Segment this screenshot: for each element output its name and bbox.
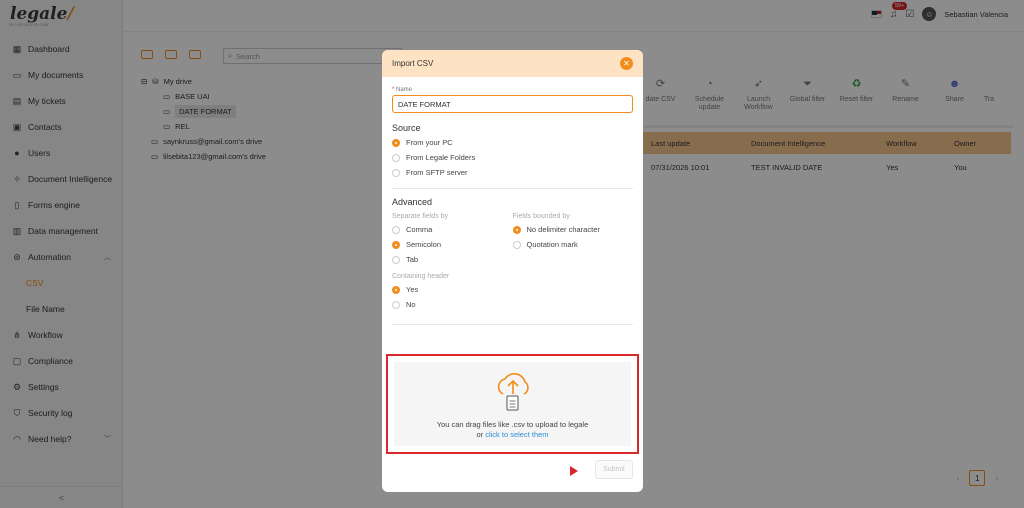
radio-button[interactable] xyxy=(392,300,400,309)
header-option-yes[interactable]: Yes xyxy=(392,282,633,297)
header-label: Containing header xyxy=(392,272,450,280)
header-option-no[interactable]: No xyxy=(392,297,633,312)
modal-title: Import CSV xyxy=(392,59,434,68)
bounded-label: Fields bounded by xyxy=(512,212,570,220)
source-option-pc[interactable]: From your PC xyxy=(392,135,633,150)
divider xyxy=(392,188,633,189)
source-title: Source xyxy=(392,123,421,133)
bounded-option-quotation[interactable]: Quotation mark xyxy=(512,237,634,252)
radio-button[interactable] xyxy=(392,225,400,234)
radio-button[interactable] xyxy=(392,240,400,249)
divider xyxy=(392,324,633,325)
advanced-title: Advanced xyxy=(392,197,433,207)
source-option-legale-folders[interactable]: From Legale Folders xyxy=(392,150,633,165)
submit-button[interactable]: Submit xyxy=(595,460,633,479)
radio-button[interactable] xyxy=(392,138,400,147)
separator-option-tab[interactable]: Tab xyxy=(392,252,513,267)
upload-highlight: You can drag files like .csv to upload t… xyxy=(386,354,639,454)
name-field[interactable]: DATE FORMAT xyxy=(392,95,633,113)
radio-button[interactable] xyxy=(392,255,400,264)
modal-footer: Submit xyxy=(392,460,633,482)
cloud-upload-icon xyxy=(497,373,529,411)
radio-button[interactable] xyxy=(512,240,521,249)
radio-button[interactable] xyxy=(392,168,400,177)
source-option-sftp[interactable]: From SFTP server xyxy=(392,165,633,180)
upload-dropzone[interactable]: You can drag files like .csv to upload t… xyxy=(394,362,631,446)
modal-header: Import CSV ✕ xyxy=(382,50,643,77)
bounded-option-none[interactable]: No delimiter character xyxy=(512,222,634,237)
upload-instructions: You can drag files like .csv to upload t… xyxy=(436,420,589,429)
name-label: * Name xyxy=(392,87,413,93)
close-icon: ✕ xyxy=(623,59,630,68)
import-csv-modal: Import CSV ✕ * Name DATE FORMAT Source F… xyxy=(382,50,643,492)
radio-button[interactable] xyxy=(392,285,400,294)
close-button[interactable]: ✕ xyxy=(620,57,633,70)
radio-button[interactable] xyxy=(392,153,400,162)
play-arrow-icon xyxy=(570,466,578,476)
select-files-link[interactable]: click to select them xyxy=(485,430,548,439)
radio-button[interactable] xyxy=(512,225,521,234)
separator-option-semicolon[interactable]: Semicolon xyxy=(392,237,513,252)
separator-option-comma[interactable]: Comma xyxy=(392,222,513,237)
upload-or: or xyxy=(476,430,484,439)
separator-label: Separate fields by xyxy=(392,212,449,220)
